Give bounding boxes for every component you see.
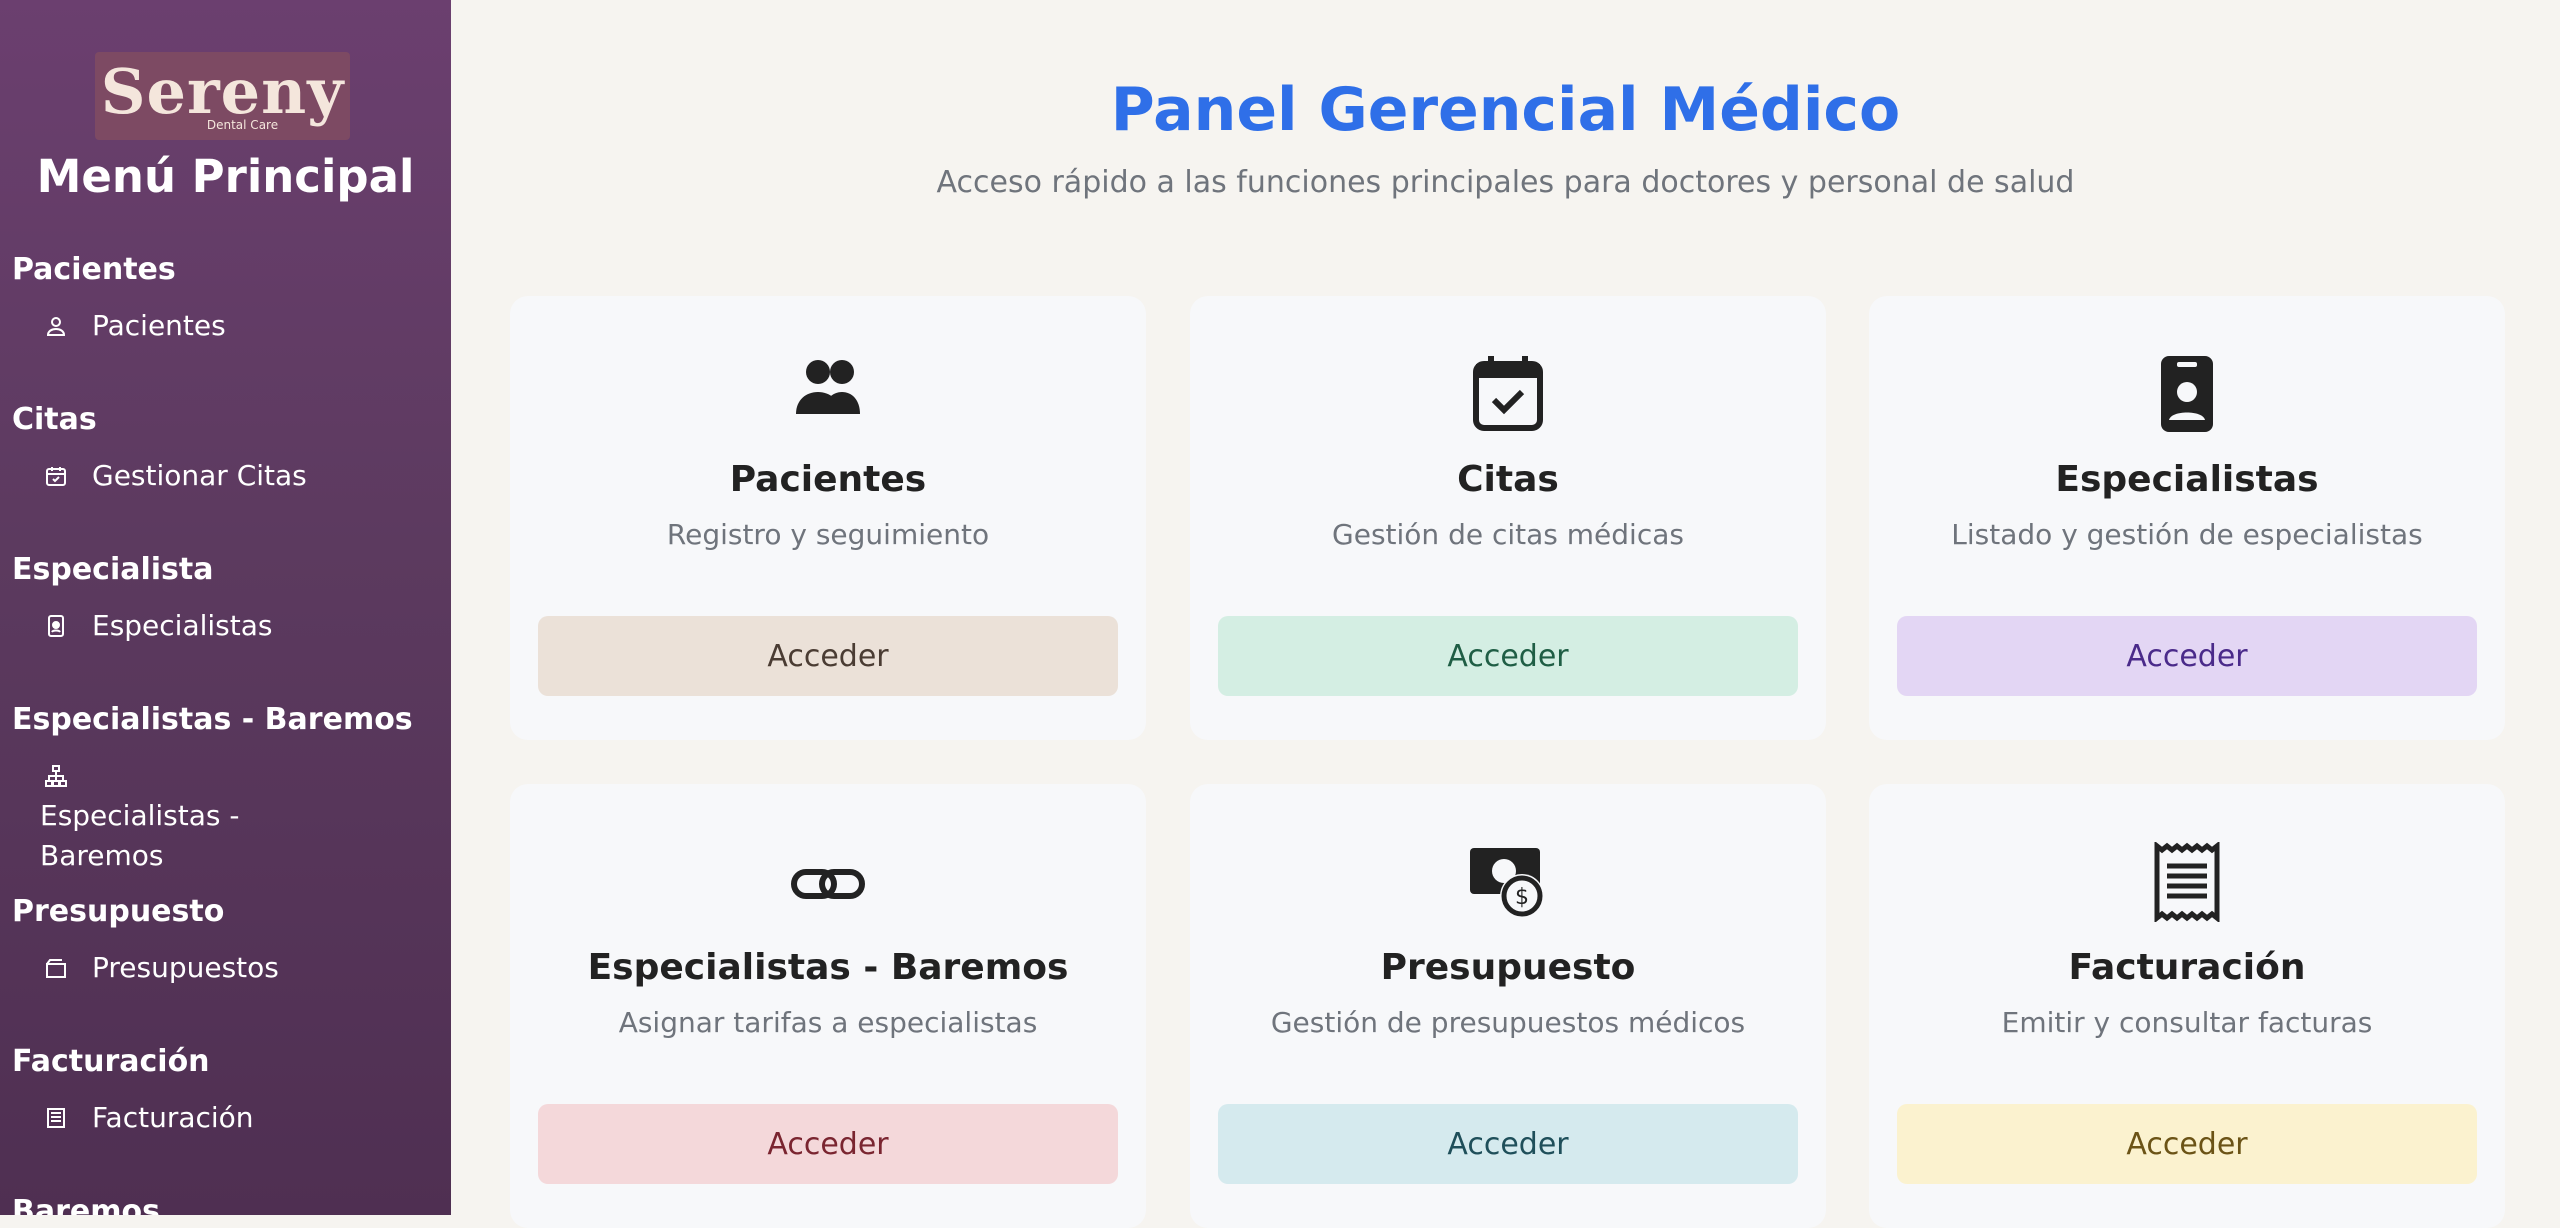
receipt-icon: [1869, 842, 2505, 922]
menu-group-especialista: Especialista Especialistas: [12, 550, 442, 646]
menu-group-title: Facturación: [12, 1044, 210, 1079]
sidebar-item-label: Presupuestos: [92, 951, 279, 984]
card-description: Listado y gestión de especialistas: [1951, 518, 2423, 551]
sidebar-item-facturacion[interactable]: Facturación: [40, 1098, 442, 1138]
access-button-especialistas-baremos[interactable]: Acceder: [538, 1104, 1118, 1184]
sidebar-item-label: Gestionar Citas: [92, 459, 307, 492]
menu-group-title: Especialista: [12, 552, 214, 587]
money-icon: $: [1190, 842, 1826, 922]
wallet-icon: [40, 948, 72, 988]
sidebar-item-especialistas[interactable]: Especialistas: [40, 606, 442, 646]
card-title: Citas: [1457, 459, 1559, 500]
card-title: Especialistas - Baremos: [587, 947, 1069, 988]
menu-group-title: Especialistas - Baremos: [12, 702, 413, 737]
sidebar-item-especialistas-baremos[interactable]: Especialistas - Baremos: [40, 756, 320, 876]
card-pacientes: Pacientes Registro y seguimiento Acceder: [510, 296, 1146, 740]
id-badge-icon: [1869, 354, 2505, 434]
sidebar-item-label: Facturación: [92, 1101, 254, 1134]
access-button-presupuesto[interactable]: Acceder: [1218, 1104, 1798, 1184]
link-icon: [510, 842, 1146, 922]
card-description: Registro y seguimiento: [666, 518, 990, 551]
menu-group-title: Citas: [12, 402, 97, 437]
card-title: Pacientes: [729, 459, 927, 500]
sidebar-item-presupuestos[interactable]: Presupuestos: [40, 948, 442, 988]
access-button-facturacion[interactable]: Acceder: [1897, 1104, 2477, 1184]
card-especialistas: Especialistas Listado y gestión de espec…: [1869, 296, 2505, 740]
calendar-check-icon: [40, 456, 72, 496]
sidebar-item-label: Pacientes: [92, 309, 226, 342]
page-subtitle: Acceso rápido a las funciones principale…: [936, 165, 2075, 200]
menu-group-especialistas-baremos: Especialistas - Baremos Especialistas - …: [12, 700, 442, 876]
card-presupuesto: $ Presupuesto Gestión de presupuestos mé…: [1190, 784, 1826, 1228]
sidebar: Sereny Dental Care Menú Principal Pacien…: [0, 0, 451, 1215]
menu-title: Menú Principal: [36, 150, 415, 203]
card-description: Asignar tarifas a especialistas: [618, 1006, 1038, 1039]
card-title: Presupuesto: [1380, 947, 1636, 988]
logo-subtext: Dental Care: [206, 118, 279, 132]
card-title: Especialistas: [2055, 459, 2319, 500]
sidebar-item-pacientes[interactable]: Pacientes: [40, 306, 442, 346]
menu-group-title: Baremos: [12, 1194, 160, 1215]
card-especialistas-baremos: Especialistas - Baremos Asignar tarifas …: [510, 784, 1146, 1228]
svg-text:$: $: [1515, 885, 1529, 910]
menu-group-title: Presupuesto: [12, 894, 225, 929]
card-title: Facturación: [2068, 947, 2306, 988]
sidebar-item-gestionar-citas[interactable]: Gestionar Citas: [40, 456, 442, 496]
card-description: Gestión de presupuestos médicos: [1270, 1006, 1746, 1039]
badge-icon: [40, 606, 72, 646]
menu-group-baremos: Baremos: [12, 1192, 442, 1215]
menu-group-facturacion: Facturación Facturación: [12, 1042, 442, 1138]
receipt-icon: [40, 1098, 72, 1138]
access-button-especialistas[interactable]: Acceder: [1897, 616, 2477, 696]
card-facturacion: Facturación Emitir y consultar facturas …: [1869, 784, 2505, 1228]
sidebar-item-label: Especialistas: [92, 609, 273, 642]
sitemap-icon: [40, 756, 72, 796]
brand-logo[interactable]: Sereny Dental Care: [95, 52, 350, 140]
user-icon: [40, 306, 72, 346]
card-description: Gestión de citas médicas: [1332, 518, 1684, 551]
access-button-citas[interactable]: Acceder: [1218, 616, 1798, 696]
card-description: Emitir y consultar facturas: [2001, 1006, 2373, 1039]
sidebar-item-label: Especialistas - Baremos: [40, 799, 240, 872]
card-citas: Citas Gestión de citas médicas Acceder: [1190, 296, 1826, 740]
calendar-check-icon: [1190, 354, 1826, 434]
page-title: Panel Gerencial Médico: [1110, 75, 1901, 145]
users-icon: [510, 354, 1146, 434]
menu-group-citas: Citas Gestionar Citas: [12, 400, 442, 496]
menu-group-presupuesto: Presupuesto Presupuestos: [12, 892, 442, 988]
menu-group-title: Pacientes: [12, 252, 176, 287]
access-button-pacientes[interactable]: Acceder: [538, 616, 1118, 696]
menu-group-pacientes: Pacientes Pacientes: [12, 250, 442, 346]
